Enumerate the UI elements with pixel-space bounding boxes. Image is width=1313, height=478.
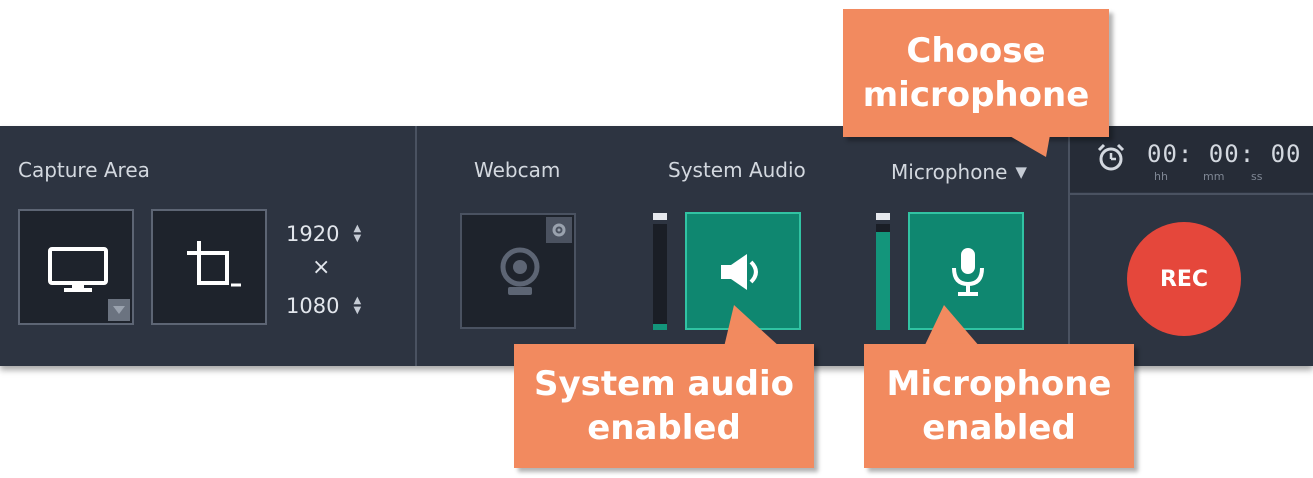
microphone-selector[interactable]: Microphone ▼: [891, 160, 1027, 184]
fullscreen-capture-button[interactable]: [18, 209, 134, 325]
callout-choose-line1: Choose: [906, 31, 1046, 71]
webcam-label: Webcam: [474, 158, 561, 182]
width-stepper[interactable]: 1920 ▲ ▼: [286, 214, 390, 254]
height-value: 1080: [286, 294, 340, 318]
microphone-level-handle[interactable]: [876, 213, 890, 220]
chevron-down-icon: [113, 306, 125, 314]
timer-unit-seconds: ss: [1251, 170, 1263, 183]
callout-microphone-enabled: Microphone enabled: [864, 344, 1134, 468]
crop-icon: [187, 241, 241, 287]
microphone-label: Microphone: [891, 160, 1008, 184]
timer-value: 00: 00: 00: [1147, 140, 1302, 168]
monitor-icon: [48, 247, 108, 292]
gear-icon: [552, 223, 566, 237]
height-stepper[interactable]: 1080 ▲ ▼: [286, 286, 390, 326]
system-audio-level-handle[interactable]: [653, 213, 667, 220]
timer-unit-hours: hh: [1154, 170, 1168, 183]
webcam-button[interactable]: [460, 213, 576, 329]
speaker-icon: [721, 254, 758, 290]
chevron-down-icon: ▼: [1015, 163, 1027, 181]
width-value: 1920: [286, 222, 340, 246]
system-audio-label: System Audio: [668, 158, 806, 182]
panel-divider: [1070, 193, 1313, 195]
system-audio-level-fill: [653, 324, 667, 330]
section-divider: [415, 126, 417, 366]
height-spin-arrows-icon[interactable]: ▲ ▼: [353, 296, 361, 316]
system-audio-level-meter: [653, 224, 667, 330]
alarm-clock-icon: [1097, 143, 1125, 171]
width-spin-arrows-icon[interactable]: ▲ ▼: [353, 224, 361, 244]
microphone-level-fill: [876, 232, 890, 330]
webcam-settings-button[interactable]: [546, 217, 572, 243]
callout-pointer-arrow: [724, 305, 780, 347]
callout-mic-line1: Microphone: [886, 364, 1112, 404]
callout-system-line1: System audio: [534, 364, 794, 404]
timer-unit-minutes: mm: [1203, 170, 1225, 183]
webcam-icon: [500, 247, 540, 295]
callout-mic-line2: enabled: [922, 408, 1076, 448]
callout-system-line2: enabled: [587, 408, 741, 448]
callout-choose-microphone: Choose microphone: [843, 9, 1109, 137]
callout-pointer-arrow: [924, 305, 980, 347]
rec-button[interactable]: REC: [1127, 222, 1241, 336]
select-area-button[interactable]: [151, 209, 267, 325]
microphone-icon: [952, 248, 984, 296]
capture-area-label: Capture Area: [18, 158, 150, 182]
callout-pointer-arrow: [1008, 135, 1050, 157]
microphone-level-meter: [876, 224, 890, 330]
callout-system-audio-enabled: System audio enabled: [514, 344, 814, 468]
capture-mode-dropdown[interactable]: [108, 299, 130, 321]
times-sign: ×: [312, 255, 331, 280]
callout-choose-line2: microphone: [862, 75, 1090, 115]
